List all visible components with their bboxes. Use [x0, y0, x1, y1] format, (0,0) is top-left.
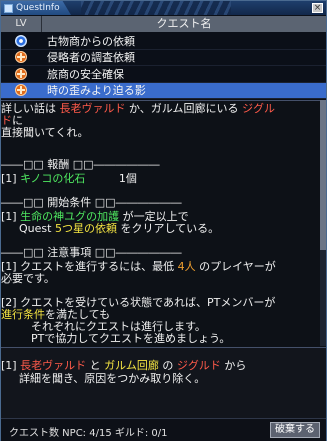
start-header: ――□□ 開始条件 □□―――――― [1, 196, 182, 209]
title-tab: QuestInfo [1, 1, 71, 15]
quest-list-header: LV クエスト名 [1, 16, 326, 32]
scrollbar-thumb[interactable] [320, 100, 326, 250]
quest-detail-pane: 詳しい話は 長老ヴァルド か、ガルム回廊にいる ジグル ドに 直接聞いてくれ。 … [1, 100, 326, 347]
blue-circle-icon [15, 34, 27, 47]
window-title: QuestInfo [16, 3, 60, 13]
npc-sigurd: ジグル [242, 102, 276, 115]
quest-row[interactable]: 旅商の安全確保 [1, 66, 326, 83]
start-index: [1] [1, 210, 17, 223]
quest-name: 侵略者の調査依頼 [47, 51, 135, 65]
orange-plus-icon [15, 67, 27, 80]
quest-goal-pane: [1] 長老ヴァルド と ガルム回廊 の ジグルド から 詳細を聞き、原因をつか… [1, 347, 326, 418]
name-column-header[interactable]: クエスト名 [42, 16, 326, 32]
orange-plus-icon [15, 51, 27, 64]
quest-row[interactable]: 古物商からの依頼 [1, 33, 326, 50]
title-bar[interactable]: QuestInfo × [1, 1, 326, 15]
detail-scrollbar[interactable] [320, 100, 326, 346]
min-players: 4人 [177, 260, 196, 273]
prerequisite-quest: 5つ星の依頼 [54, 222, 117, 235]
note-1-line-2: 必要です。 [1, 272, 55, 285]
goal-index: [1] [1, 359, 17, 372]
lv-column-header[interactable]: LV [1, 16, 42, 32]
quest-row[interactable]: 侵略者の調査依頼 [1, 50, 326, 66]
footer-bar: クエスト数 NPC: 4/15 ギルド: 0/1 破棄する [1, 418, 326, 441]
quest-count-status: クエスト数 NPC: 4/15 ギルド: 0/1 [9, 428, 168, 439]
note-2-line-4: PTで協力してクエストを進めましょう。 [31, 332, 231, 345]
goal-line-1: [1] 長老ヴァルド と ガルム回廊 の ジグルド から [1, 360, 246, 372]
npc-sigurd: ジグルド [176, 359, 221, 372]
orange-plus-icon [15, 84, 27, 97]
intro-line-1: 詳しい話は 長老ヴァルド か、ガルム回廊にいる ジグル [1, 103, 275, 115]
intro-line-3: 直接聞いてくれ。 [1, 126, 89, 139]
reward-item: キノコの化石 [20, 172, 86, 185]
quest-name: 時の歪みより迫る影 [47, 84, 146, 98]
quest-info-window: QuestInfo × LV クエスト名 古物商からの依頼 侵略者の調査依頼 旅… [0, 0, 327, 441]
quest-list: 古物商からの依頼 侵略者の調査依頼 旅商の安全確保 時の歪みより迫る影 [1, 33, 326, 99]
reward-line: [1] キノコの化石 1個 [1, 173, 137, 185]
npc-elder-vald: 長老ヴァルド [20, 359, 87, 372]
location-garm-corridor: ガルム回廊 [104, 359, 159, 372]
reward-header: ――□□ 報酬 □□―――――― [1, 158, 160, 171]
npc-elder-vald: 長老ヴァルド [59, 102, 126, 115]
quest-label: Quest [19, 222, 52, 235]
goal-text: と [89, 359, 101, 372]
goal-text: の [162, 359, 174, 372]
start-line-2-suffix: をクリアしている。 [120, 222, 220, 235]
start-line-2: Quest 5つ星の依頼 をクリアしている。 [19, 223, 219, 235]
goal-line-2: 詳細を聞き、原因をつかみ取り除く。 [19, 372, 206, 385]
window-icon [4, 3, 13, 13]
abandon-quest-button[interactable]: 破棄する [270, 422, 320, 438]
close-button[interactable]: × [312, 3, 323, 13]
reward-index: [1] [1, 172, 17, 185]
quest-name: 古物商からの依頼 [47, 34, 135, 48]
intro-text: か、ガルム回廊にいる [129, 102, 239, 115]
title-decoration [81, 1, 231, 15]
goal-text: から [224, 359, 247, 372]
quest-row-selected[interactable]: 時の歪みより迫る影 [1, 82, 326, 99]
quest-name: 旅商の安全確保 [47, 67, 124, 81]
note-text: のプレイヤーが [199, 260, 276, 273]
reward-quantity: 1個 [118, 172, 137, 185]
notes-header: ――□□ 注意事項 □□―――――― [1, 246, 182, 259]
